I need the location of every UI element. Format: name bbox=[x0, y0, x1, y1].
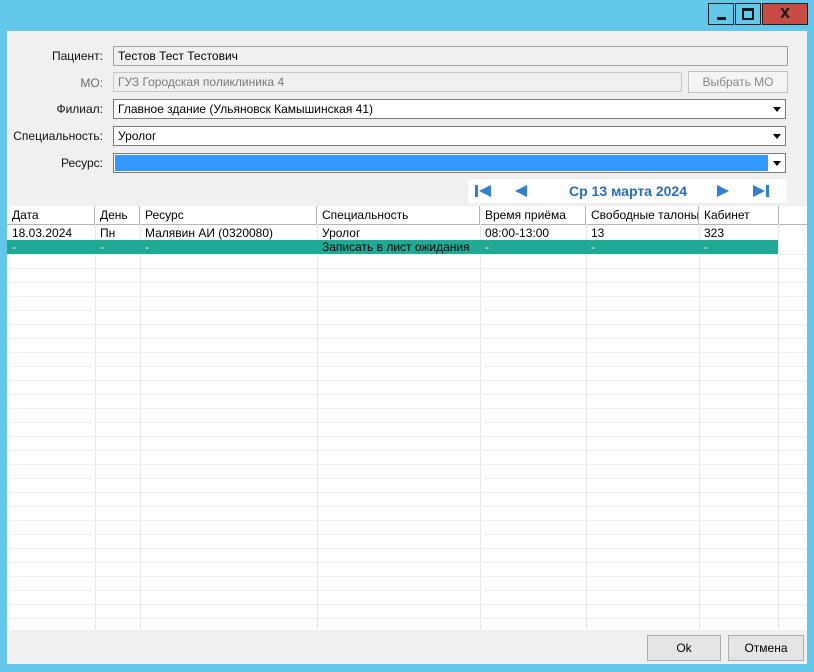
dialog-window: X Пациент: Тестов Тест Тестович МО: ГУЗ … bbox=[0, 0, 814, 672]
cell-day: Пн bbox=[100, 226, 116, 240]
first-page-icon[interactable] bbox=[474, 184, 492, 198]
branch-select[interactable]: Главное здание (Ульяновск Камышинская 41… bbox=[113, 99, 786, 119]
title-bar[interactable]: X bbox=[0, 0, 814, 31]
chevron-down-icon[interactable] bbox=[768, 127, 785, 145]
column-header-date[interactable]: Дата bbox=[7, 206, 95, 224]
dialog-content: Пациент: Тестов Тест Тестович МО: ГУЗ Го… bbox=[7, 31, 807, 664]
cell-specialty: Уролог bbox=[322, 226, 361, 240]
minimize-icon bbox=[716, 16, 726, 20]
ok-button[interactable]: Ok bbox=[647, 635, 721, 661]
schedule-grid[interactable]: Дата День Ресурс Специальность Время при… bbox=[7, 206, 807, 630]
patient-label: Пациент: bbox=[51, 49, 103, 63]
branch-value: Главное здание (Ульяновск Камышинская 41… bbox=[118, 102, 373, 116]
last-page-icon[interactable] bbox=[752, 184, 770, 198]
cell-room: 323 bbox=[704, 226, 725, 240]
close-button[interactable]: X bbox=[762, 3, 808, 25]
current-date: Ср 13 марта 2024 bbox=[568, 183, 687, 199]
chevron-down-icon[interactable] bbox=[768, 154, 785, 172]
column-header-specialty[interactable]: Специальность bbox=[317, 206, 480, 224]
cell-specialty: Записать в лист ожидания bbox=[322, 240, 470, 254]
table-row-selected[interactable]: - - - Записать в лист ожидания - - - bbox=[7, 240, 778, 254]
cell-date: - bbox=[12, 240, 16, 254]
cell-resource: Малявин АИ (0320080) bbox=[145, 226, 274, 240]
cell-date: 18.03.2024 bbox=[12, 226, 73, 240]
cell-free-slots: - bbox=[591, 240, 595, 254]
cell-room: - bbox=[704, 240, 708, 254]
cell-time: 08:00-13:00 bbox=[485, 226, 550, 240]
column-header-room[interactable]: Кабинет bbox=[699, 206, 779, 224]
table-row[interactable]: 18.03.2024 Пн Малявин АИ (0320080) Уроло… bbox=[7, 226, 778, 240]
date-navigator: Ср 13 марта 2024 bbox=[468, 179, 787, 203]
grid-header: Дата День Ресурс Специальность Время при… bbox=[7, 206, 807, 225]
cell-time: - bbox=[485, 240, 489, 254]
maximize-icon bbox=[742, 8, 754, 20]
branch-label: Филиал: bbox=[56, 102, 103, 116]
column-header-day[interactable]: День bbox=[95, 206, 140, 224]
minimize-button[interactable] bbox=[708, 3, 734, 25]
specialty-label: Специальность: bbox=[13, 129, 103, 143]
cell-resource: - bbox=[145, 240, 149, 254]
cancel-button[interactable]: Отмена bbox=[728, 635, 804, 661]
mo-field: ГУЗ Городская поликлиника 4 bbox=[113, 72, 682, 92]
select-mo-button[interactable]: Выбрать МО bbox=[688, 71, 788, 93]
column-header-time[interactable]: Время приёма bbox=[480, 206, 586, 224]
resource-select[interactable] bbox=[113, 153, 786, 173]
resource-value bbox=[115, 155, 768, 171]
column-header-resource[interactable]: Ресурс bbox=[140, 206, 317, 224]
resource-label: Ресурс: bbox=[60, 156, 103, 170]
next-icon[interactable] bbox=[716, 184, 730, 198]
mo-label: МО: bbox=[80, 76, 103, 90]
chevron-down-icon[interactable] bbox=[768, 100, 785, 118]
close-icon: X bbox=[779, 6, 791, 22]
patient-field[interactable]: Тестов Тест Тестович bbox=[113, 46, 788, 66]
column-header-free-slots[interactable]: Свободные талоны bbox=[586, 206, 699, 224]
prev-icon[interactable] bbox=[514, 184, 528, 198]
specialty-value: Уролог bbox=[118, 129, 157, 143]
cell-day: - bbox=[100, 240, 104, 254]
maximize-button[interactable] bbox=[735, 3, 761, 25]
specialty-select[interactable]: Уролог bbox=[113, 126, 786, 146]
cell-free-slots: 13 bbox=[591, 226, 605, 240]
